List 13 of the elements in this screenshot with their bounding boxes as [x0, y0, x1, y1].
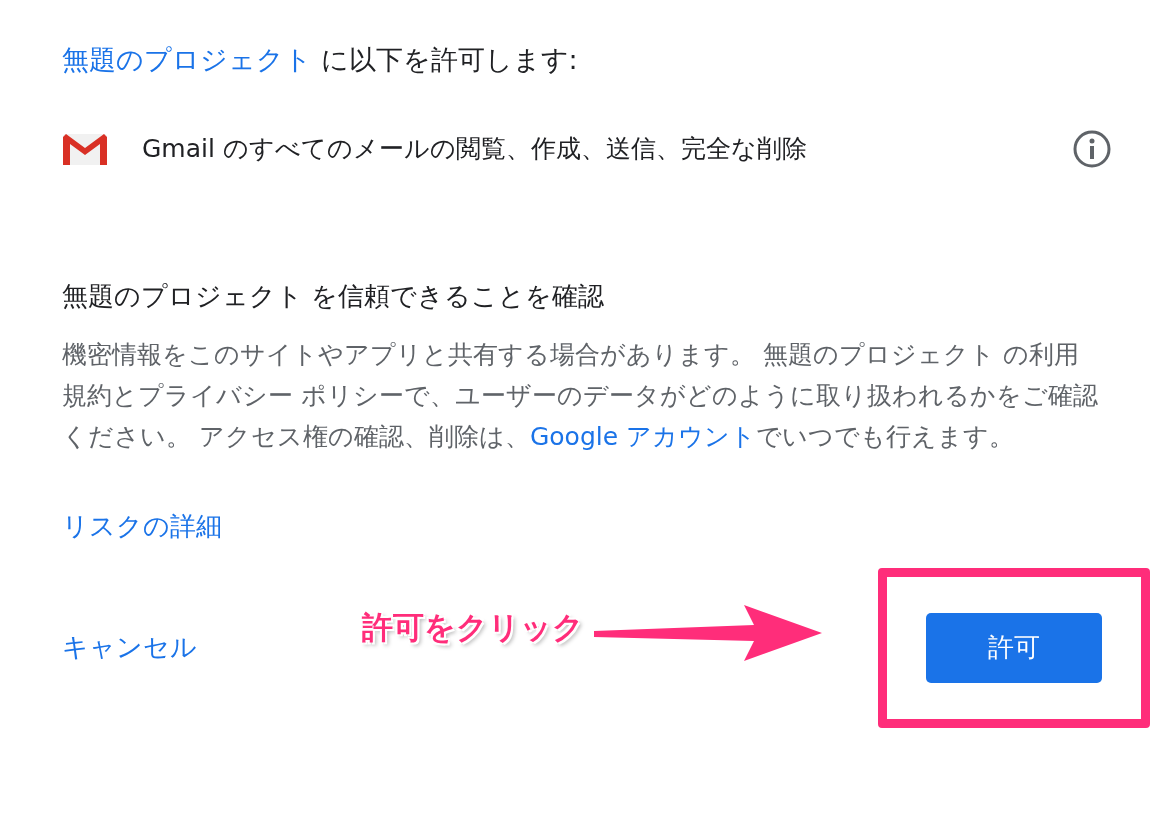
trust-heading: 無題のプロジェクト を信頼できることを確認 [62, 279, 606, 313]
mail-icon [62, 131, 108, 166]
cancel-link[interactable]: キャンセル [62, 628, 362, 667]
permission-text: Gmail のすべてのメールの閲覧、作成、送信、完全な削除 [142, 132, 807, 165]
google-account-link[interactable]: Google アカウント [529, 421, 757, 451]
annotation-label: 許可をクリック [362, 608, 584, 648]
risk-details-link[interactable]: リスクの詳細 [62, 506, 222, 546]
arrow-icon [594, 602, 824, 663]
allow-button[interactable]: 許可 [926, 612, 1102, 683]
info-icon[interactable] [1072, 128, 1112, 169]
consent-title: 無題のプロジェクト に以下を許可します: [62, 43, 579, 77]
app-name-link[interactable]: 無題のプロジェクト [62, 44, 312, 75]
info-paragraph: 機密情報をこのサイトやアプリと共有する場合があります。 無題のプロジェクト の利用規約とプライバシー ポリシーで、ユーザーのデータがどのように取り扱われるかをご確認ください。 アクセス権の確認、削除は、Google アカウント でいつでも行えます。 [62, 338, 1099, 453]
